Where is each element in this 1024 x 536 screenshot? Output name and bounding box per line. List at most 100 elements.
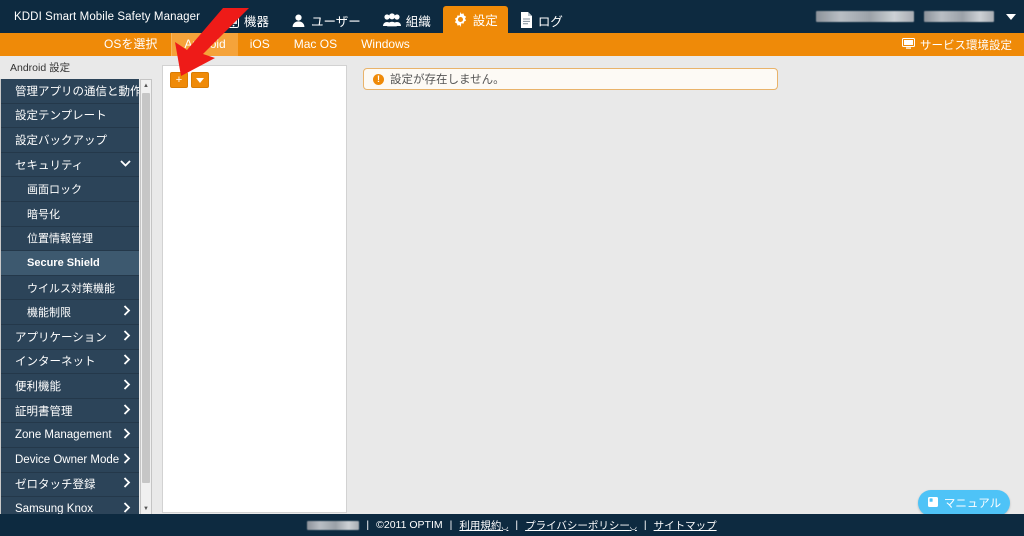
sidebar-item-9[interactable]: 機能制限 (1, 300, 139, 325)
sidebar-item-label: 設定テンプレート (15, 110, 107, 123)
sidebar-item-label: Secure Shield (27, 256, 100, 269)
add-button[interactable]: + (170, 72, 188, 88)
phone-icon (228, 12, 239, 28)
chevron-right-icon (123, 305, 131, 319)
scrollbar-thumb[interactable] (142, 93, 150, 483)
service-environment-label: サービス環境設定 (920, 39, 1012, 52)
document-icon (520, 12, 533, 28)
chevron-right-icon (123, 330, 131, 344)
os-tab-android[interactable]: Android (172, 33, 238, 56)
chevron-right-icon (123, 453, 131, 467)
privacy-policy-link[interactable]: プライバシーポリシー◡ (525, 518, 637, 533)
info-icon: ! (373, 73, 384, 85)
sidebar-menu-list: 管理アプリの通信と動作 設定テンプレート 設定バックアップ セキュリティ画面ロック暗号… (0, 79, 139, 515)
caret-down-icon (196, 77, 204, 83)
sidebar-scrollbar[interactable]: ▲ ▼ (140, 79, 152, 515)
page-footer: | ©2011 OPTIM | 利用規約◡ | プライバシーポリシー◡ | サイ… (0, 514, 1024, 536)
scroll-down-arrow-icon[interactable]: ▼ (141, 503, 151, 514)
chevron-right-icon (123, 379, 131, 393)
footer-redacted (307, 520, 360, 530)
settings-tree-panel: + (162, 65, 347, 513)
sidebar-item-label: Zone Management (15, 429, 112, 442)
sidebar-item-label: 設定バックアップ (15, 134, 107, 147)
monitor-icon (902, 37, 915, 52)
manual-button[interactable]: マニュアル (918, 490, 1010, 516)
account-name-redacted (816, 11, 914, 22)
external-link-icon: ◡ (501, 521, 509, 531)
sidebar-item-17[interactable]: Samsung Knox (1, 497, 139, 515)
book-icon (927, 496, 939, 511)
service-environment-settings-link[interactable]: サービス環境設定 (902, 33, 1012, 56)
nav-item-settings[interactable]: 設定 (442, 6, 508, 33)
sidebar-item-label: Device Owner Mode (15, 453, 120, 466)
sidebar-item-label: セキュリティ (15, 159, 84, 172)
sidebar-item-13[interactable]: 証明書管理 (1, 398, 139, 424)
user-icon (291, 13, 306, 28)
sidebar-item-8[interactable]: ウイルス対策機能 (1, 275, 139, 301)
account-area (816, 0, 1016, 33)
sidebar-item-label: 暗号化 (27, 208, 60, 221)
sidebar-item-6[interactable]: 位置情報管理 (1, 226, 139, 252)
nav-item-users[interactable]: ユーザー (281, 7, 371, 33)
sidebar-item-14[interactable]: Zone Management (1, 423, 139, 448)
sidebar-scroll-host: 管理アプリの通信と動作 設定テンプレート 設定バックアップ セキュリティ画面ロック暗号… (0, 79, 152, 515)
footer-separator-3: | (515, 519, 519, 531)
external-link-icon: ◡ (629, 521, 637, 531)
sidebar-item-0[interactable]: 管理アプリの通信と動作 (1, 79, 139, 104)
sidebar-item-3[interactable]: セキュリティ (1, 152, 139, 178)
sidebar-item-12[interactable]: 便利機能 (1, 374, 139, 399)
os-tab-windows[interactable]: Windows (349, 33, 422, 56)
sidebar-item-7[interactable]: Secure Shield (1, 251, 139, 276)
sidebar-item-15[interactable]: Device Owner Mode (1, 447, 139, 473)
footer-separator-4: | (643, 519, 647, 531)
sidebar-title: Android 設定 (10, 62, 71, 74)
add-dropdown-button[interactable] (191, 72, 209, 88)
nav-label-organization: 組織 (405, 14, 431, 29)
chevron-right-icon (123, 354, 131, 368)
os-select-label: OSを選択 (90, 33, 173, 56)
sidebar-item-label: 機能制限 (27, 307, 71, 320)
sidebar-item-11[interactable]: インターネット (1, 349, 139, 375)
manual-button-label: マニュアル (943, 498, 1002, 510)
os-tab-macos[interactable]: Mac OS (282, 33, 349, 56)
nav-item-devices[interactable]: 機器 (218, 7, 279, 33)
sidebar-item-label: 証明書管理 (15, 405, 73, 418)
info-message-text: 設定が存在しません。 (390, 74, 505, 86)
chevron-right-icon (123, 428, 131, 442)
copyright-text: ©2011 OPTIM (376, 519, 443, 531)
sidebar-item-label: 画面ロック (27, 184, 82, 197)
sidebar-item-1[interactable]: 設定テンプレート (1, 103, 139, 129)
sidebar-item-label: アプリケーション (15, 331, 107, 344)
chevron-down-icon (120, 159, 131, 170)
nav-label-settings: 設定 (472, 14, 498, 28)
gear-icon (453, 12, 468, 27)
sidebar-item-label: インターネット (15, 356, 96, 369)
terms-of-use-link[interactable]: 利用規約◡ (459, 518, 508, 533)
sidebar-item-16[interactable]: ゼロタッチ登録 (1, 472, 139, 498)
top-header-bar: KDDI Smart Mobile Safety Manager 機器 ユーザー… (0, 0, 1024, 33)
sidebar: Android 設定 管理アプリの通信と動作 設定テンプレート 設定バックアップ セキ… (0, 56, 152, 515)
sidebar-item-10[interactable]: アプリケーション (1, 324, 139, 350)
sidebar-item-4[interactable]: 画面ロック (1, 177, 139, 202)
os-tab-ios[interactable]: iOS (238, 33, 282, 56)
sidebar-item-5[interactable]: 暗号化 (1, 201, 139, 227)
footer-separator-1: | (366, 519, 370, 531)
tenant-name-redacted (924, 11, 994, 22)
chevron-right-icon (123, 403, 131, 418)
info-message-box: ! 設定が存在しません。 (363, 68, 778, 90)
sidebar-item-label: 管理アプリの通信と動作 (15, 85, 139, 98)
app-root: KDDI Smart Mobile Safety Manager 機器 ユーザー… (0, 0, 1024, 536)
sidebar-item-label: 便利機能 (15, 380, 61, 393)
nav-item-logs[interactable]: ログ (510, 7, 573, 33)
scroll-up-arrow-icon[interactable]: ▲ (141, 80, 151, 91)
nav-label-logs: ログ (537, 14, 563, 29)
chevron-right-icon (123, 477, 131, 491)
nav-item-organization[interactable]: 組織 (373, 7, 441, 33)
os-selector-bar: OSを選択 Android iOS Mac OS Windows サービス環境設… (0, 33, 1024, 56)
sidebar-item-2[interactable]: 設定バックアップ (1, 128, 139, 153)
chevron-down-icon[interactable] (1006, 13, 1016, 20)
sitemap-link[interactable]: サイトマップ (654, 518, 717, 533)
footer-separator-2: | (449, 519, 453, 531)
brand-title: KDDI Smart Mobile Safety Manager (14, 10, 200, 23)
sidebar-item-label: ウイルス対策機能 (27, 282, 115, 295)
